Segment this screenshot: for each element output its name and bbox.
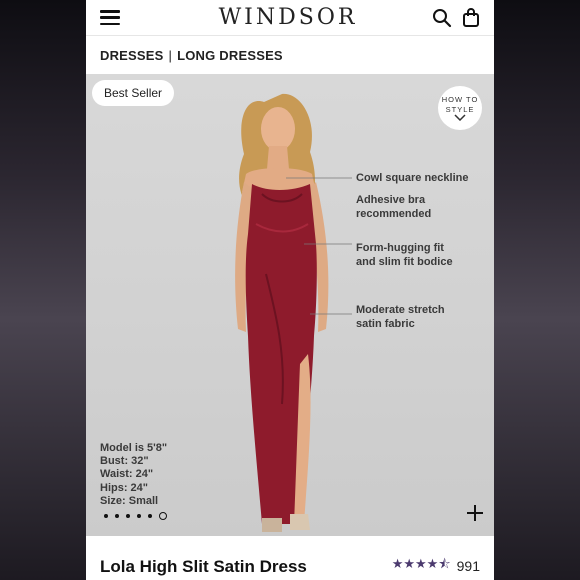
carousel-dot-active[interactable]: [159, 512, 167, 520]
search-icon[interactable]: [432, 8, 452, 28]
background-right: [494, 0, 580, 580]
brand-logo[interactable]: WINDSOR: [219, 5, 358, 30]
carousel-dot[interactable]: [137, 514, 141, 518]
carousel-indicators: [104, 512, 167, 520]
callout-fit: Form-hugging fit and slim fit bodice: [356, 242, 453, 270]
how-to-style-line1: HOW TO: [441, 94, 479, 104]
carousel-dot[interactable]: [115, 514, 119, 518]
callout-text: Form-hugging fit: [356, 242, 444, 254]
breadcrumb-dresses[interactable]: DRESSES: [100, 48, 164, 63]
star-rating-icon: ★★★★⯪: [391, 556, 451, 571]
hamburger-menu-icon[interactable]: [100, 10, 120, 25]
model-waist: Waist: 24": [100, 468, 154, 481]
how-to-style-button[interactable]: HOW TO STYLE: [438, 86, 482, 130]
header-actions: [432, 7, 480, 28]
mobile-page: WINDSOR DRESSES | LONG DRESSES Best Sell…: [86, 0, 494, 580]
product-title: Lola High Slit Satin Dress: [100, 557, 307, 576]
callout-neckline: Cowl square neckline: [356, 172, 468, 186]
chevron-down-icon: [454, 114, 466, 122]
model-bust: Bust: 32": [100, 455, 149, 468]
carousel-dot[interactable]: [126, 514, 130, 518]
model-height: Model is 5'8": [100, 442, 168, 454]
callout-bra: Adhesive bra recommended: [356, 194, 431, 222]
best-seller-badge: Best Seller: [92, 80, 175, 106]
callout-text: and slim fit bodice: [356, 255, 453, 268]
model-size: Size: Small: [100, 494, 159, 507]
callout-text: Adhesive bra: [356, 194, 426, 206]
callout-fabric: Moderate stretch satin fabric: [356, 304, 445, 332]
product-image-carousel[interactable]: Best Seller HOW TO STYLE Cowl square nec…: [86, 74, 494, 536]
background-left: [0, 0, 86, 580]
breadcrumb-long-dresses[interactable]: LONG DRESSES: [177, 48, 283, 63]
plus-icon[interactable]: [466, 504, 484, 522]
callout-text: recommended: [356, 207, 432, 220]
breadcrumb: DRESSES | LONG DRESSES: [86, 36, 494, 74]
carousel-dot[interactable]: [104, 514, 108, 518]
callout-text: Moderate stretch: [356, 304, 445, 316]
breadcrumb-separator: |: [168, 47, 173, 63]
shopping-bag-icon[interactable]: [462, 7, 480, 28]
how-to-style-line2: STYLE: [445, 104, 475, 114]
review-count[interactable]: 991: [457, 558, 480, 574]
model-measurements: Model is 5'8" Bust: 32" Waist: 24" Hips:…: [100, 442, 167, 508]
carousel-dot[interactable]: [148, 514, 152, 518]
top-navigation-bar: WINDSOR: [86, 0, 494, 36]
model-hips: Hips: 24": [100, 481, 149, 494]
callout-text: satin fabric: [356, 317, 415, 330]
product-summary: Lola High Slit Satin Dress ★★★★⯪ 991: [86, 536, 494, 580]
callout-text: Cowl square neckline: [356, 172, 469, 184]
product-rating[interactable]: ★★★★⯪ 991: [392, 555, 480, 577]
